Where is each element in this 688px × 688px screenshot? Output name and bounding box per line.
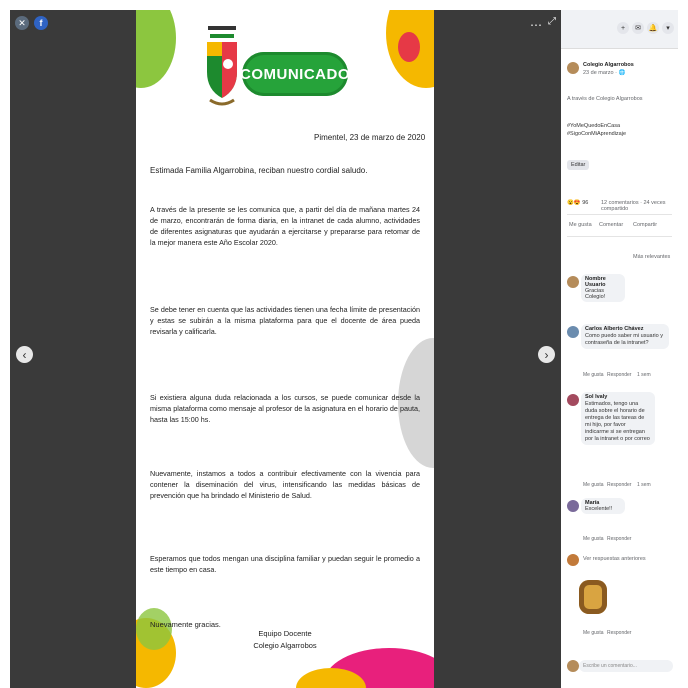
view-previous-replies[interactable]: Ver respuestas anteriores [583,556,646,562]
top-bar: + ✉ 🔔 ▾ [561,10,678,49]
facebook-logo-icon[interactable]: f [34,16,48,30]
commenter-avatar[interactable] [567,500,579,512]
sticker-icon [579,580,607,614]
commenter-name[interactable]: Sol Ivaly [585,394,651,401]
page-name[interactable]: Colegio Algarrobos [583,62,634,68]
divider [567,214,672,215]
commenter-avatar[interactable] [567,554,579,566]
closing-line: Nuevamente gracias. [150,620,221,629]
add-icon[interactable]: + [617,22,629,34]
date-line: Pimentel, 23 de marzo de 2020 [314,133,426,142]
comment-bubble: María Excelente!! [581,498,625,514]
paragraph: A través de la presente se les comunica … [150,205,420,247]
comment-text: Como puedo saber mi usuario y contraseña… [585,333,663,346]
comment-button[interactable]: Comentar [599,222,623,228]
paragraph: Esperamos que todos mengan una disciplin… [150,554,420,574]
commenter-avatar[interactable] [567,394,579,406]
comment-reply-action[interactable]: Responder [607,372,631,378]
comment-bubble: Carlos Alberto Chávez Como puedo saber m… [581,324,669,349]
comment-reply-action[interactable]: Responder [607,536,631,542]
comments-meta[interactable]: 12 comentarios · 24 veces compartido [601,200,678,212]
comunicado-badge: COMUNICADO [240,52,350,96]
expand-icon[interactable]: ⤢ [548,16,556,27]
my-avatar [567,660,579,672]
decor-green-blob-bottom [136,608,172,650]
comment-like-action[interactable]: Me gusta [583,372,604,378]
paragraph: Si existiera alguna duda relacionada a l… [150,393,420,424]
more-icon[interactable]: ⋯ [530,18,542,32]
page-avatar[interactable] [567,62,579,74]
comunicado-title: COMUNICADO [240,65,350,83]
post-sidebar: + ✉ 🔔 ▾ Colegio Algarrobos 23 de marzo ·… [561,10,678,688]
signature-line-2: Colegio Algarrobos [253,641,317,650]
relevant-filter[interactable]: Más relevantes [633,254,670,260]
account-menu-icon[interactable]: ▾ [662,22,674,34]
comment-reply-action[interactable]: Responder [607,630,631,636]
comment-bubble: Nombre Usuario Gracias Colegio! [581,274,625,302]
chevron-right-icon[interactable]: › [538,346,555,363]
divider [567,236,672,237]
like-button[interactable]: Me gusta [569,222,592,228]
share-button[interactable]: Compartir [633,222,657,228]
comment-text: Gracias Colegio! [585,288,606,300]
chevron-left-icon[interactable]: ‹ [16,346,33,363]
comment-like-action[interactable]: Me gusta [583,630,604,636]
post-meta: 23 de marzo · 🌐 [583,70,626,76]
comment-bubble: Sol Ivaly Estimados, tengo una duda sobr… [581,392,655,445]
comment-text: Estimados, tengo una duda sobre el horar… [585,401,650,442]
commenter-name[interactable]: Nombre Usuario [585,276,621,288]
decor-red-blob [398,32,420,62]
messenger-icon[interactable]: ✉ [632,22,644,34]
paragraph: Se debe tener en cuenta que las activida… [150,305,420,336]
paragraph: Nuevamente, instamos a todos a contribui… [150,469,420,500]
edit-button[interactable]: Editar [567,160,590,170]
communique-image: COMUNICADO Pimentel, 23 de marzo de 2020… [136,10,434,688]
commenter-avatar[interactable] [567,326,579,338]
comment-like-action[interactable]: Me gusta [583,482,604,488]
reactions-count[interactable]: 😮😍 96 [567,200,588,206]
shared-line: A través de Colegio Algarrobos [567,96,643,102]
post-text: #YoMeQuedoEnCasa #SigoConMiAprendizaje [567,123,627,137]
photo-viewer: ✕ f ⋯ ⤢ ‹ › COMUNICADO Pimentel, 23 de m… [10,10,561,688]
signature-line-1: Equipo Docente [258,629,312,638]
notifications-icon[interactable]: 🔔 [647,22,659,34]
comment-time: 1 sem [637,372,651,378]
decor-green-blob [136,10,176,88]
commenter-name[interactable]: Carlos Alberto Chávez [585,326,665,333]
comment-text: Excelente!! [585,506,613,512]
comment-like-action[interactable]: Me gusta [583,536,604,542]
signature-block: Equipo Docente Colegio Algarrobos [240,628,330,652]
comment-reply-action[interactable]: Responder [607,482,631,488]
greeting: Estimada Familia Algarrobina, reciban nu… [150,166,368,175]
comment-time: 1 sem [637,482,651,488]
school-crest-logo [207,26,237,106]
comment-input[interactable]: Escribe un comentario... [579,660,673,672]
close-icon[interactable]: ✕ [15,16,29,30]
photo-viewer-frame: ✕ f ⋯ ⤢ ‹ › COMUNICADO Pimentel, 23 de m… [10,10,678,688]
commenter-avatar[interactable] [567,276,579,288]
